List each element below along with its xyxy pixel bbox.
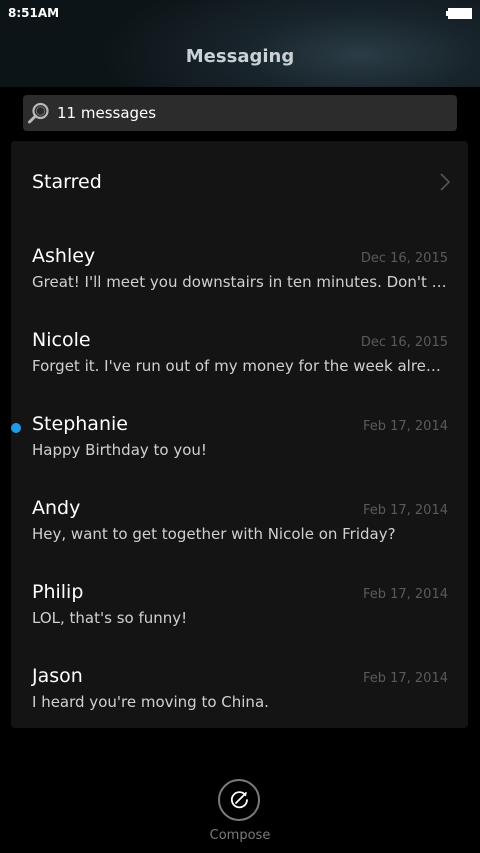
thread-name: Nicole [32, 329, 91, 351]
search-summary: 11 messages [57, 104, 157, 122]
search-bar[interactable]: 11 messages [23, 95, 457, 131]
thread-name: Ashley [32, 245, 96, 267]
search-icon [28, 102, 49, 124]
page-title: Messaging [185, 46, 295, 67]
unread-indicator [11, 423, 21, 433]
thread-name: Philip [32, 581, 84, 603]
thread-preview: Happy Birthday to you! [32, 441, 207, 459]
thread-row[interactable]: Ashley Dec 16, 2015 Great! I'll meet you… [11, 241, 468, 325]
battery-full-icon [446, 8, 472, 19]
compose-icon [230, 791, 248, 809]
thread-preview: LOL, that's so funny! [32, 609, 188, 627]
status-time: 8:51AM [8, 6, 60, 20]
thread-preview: Hey, want to get together with Nicole on… [32, 525, 396, 543]
thread-row[interactable]: Jason Feb 17, 2014 I heard you're moving… [11, 661, 468, 745]
thread-name: Andy [32, 497, 81, 519]
thread-row[interactable]: Philip Feb 17, 2014 LOL, that's so funny… [11, 577, 468, 661]
thread-preview: Forget it. I've run out of my money for … [32, 357, 450, 375]
thread-date: Dec 16, 2015 [360, 335, 448, 350]
thread-row[interactable]: Stephanie Feb 17, 2014 Happy Birthday to… [11, 409, 468, 493]
starred-label: Starred [32, 171, 102, 193]
starred-row[interactable]: Starred [11, 141, 468, 225]
thread-preview: Great! I'll meet you downstairs in ten m… [32, 273, 450, 291]
conversation-list: Starred Ashley Dec 16, 2015 Great! I'll … [11, 141, 468, 728]
thread-date: Feb 17, 2014 [362, 503, 448, 518]
thread-date: Dec 16, 2015 [360, 251, 448, 266]
thread-name: Stephanie [32, 413, 128, 435]
thread-date: Feb 17, 2014 [362, 671, 448, 686]
app-header: 8:51AM Messaging [0, 0, 480, 87]
compose-button[interactable] [218, 779, 260, 821]
thread-date: Feb 17, 2014 [362, 587, 448, 602]
compose-label[interactable]: Compose [190, 828, 290, 843]
status-bar: 8:51AM [0, 0, 480, 28]
thread-row[interactable]: Nicole Dec 16, 2015 Forget it. I've run … [11, 325, 468, 409]
thread-date: Feb 17, 2014 [362, 419, 448, 434]
thread-preview: I heard you're moving to China. [32, 693, 269, 711]
thread-row[interactable]: Andy Feb 17, 2014 Hey, want to get toget… [11, 493, 468, 577]
chevron-right-icon [440, 173, 450, 191]
thread-name: Jason [32, 665, 83, 687]
